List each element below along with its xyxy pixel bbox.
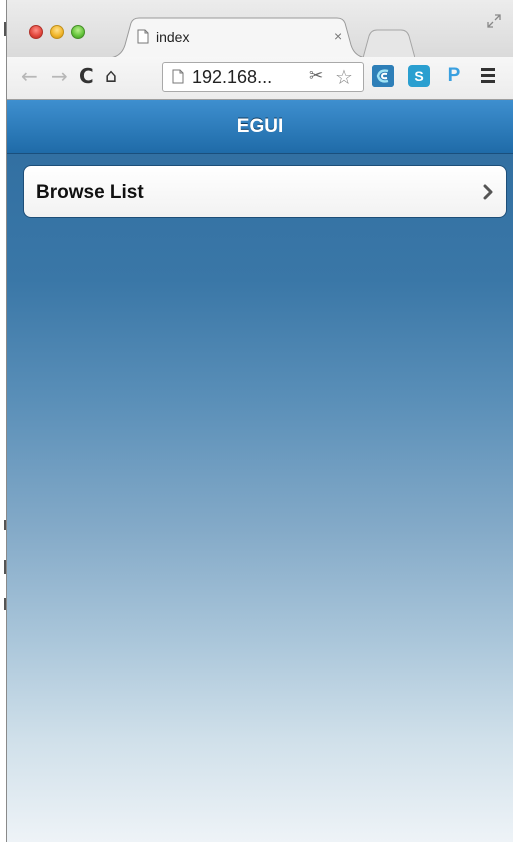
chevron-right-icon xyxy=(482,184,494,200)
back-arrow-icon[interactable]: ← xyxy=(21,63,38,89)
new-tab-button[interactable] xyxy=(362,28,416,59)
tab-close-icon[interactable]: × xyxy=(334,28,342,44)
menu-bar xyxy=(481,74,495,77)
forward-arrow-icon[interactable]: → xyxy=(51,63,68,89)
zoom-window-button[interactable] xyxy=(71,25,85,39)
url-text: 192.168... xyxy=(192,67,273,87)
tab-title: index xyxy=(156,29,190,45)
tab-bar: index × xyxy=(7,0,513,59)
reload-icon[interactable]: C xyxy=(79,63,94,89)
page-icon xyxy=(172,69,184,89)
hamburger-menu-icon[interactable] xyxy=(481,68,497,84)
browser-window: index × ← → C ⌂ 192.168... ✂ ☆ S P EGUI … xyxy=(6,0,513,842)
screenshot-page: index × ← → C ⌂ 192.168... ✂ ☆ S P EGUI … xyxy=(0,0,513,842)
page-title: EGUI xyxy=(236,116,284,137)
close-window-button[interactable] xyxy=(29,25,43,39)
ext-s-icon[interactable]: S xyxy=(408,65,430,87)
app-content: EGUI Browse List xyxy=(7,100,513,842)
app-header: EGUI xyxy=(7,100,513,154)
browser-tab[interactable]: index × xyxy=(107,17,369,58)
list-item-label: Browse List xyxy=(36,182,144,203)
browse-list-item[interactable]: Browse List xyxy=(23,165,507,218)
browser-toolbar: ← → C ⌂ 192.168... ✂ ☆ S P xyxy=(7,57,513,100)
minimize-window-button[interactable] xyxy=(50,25,64,39)
home-icon[interactable]: ⌂ xyxy=(105,63,117,89)
ext-p-icon[interactable]: P xyxy=(443,65,465,87)
bookmark-star-icon[interactable]: ☆ xyxy=(335,65,353,89)
menu-bar xyxy=(481,68,495,71)
menu-bar xyxy=(481,80,495,83)
ext-wave-icon[interactable] xyxy=(372,65,394,87)
fullscreen-icon[interactable] xyxy=(487,14,501,28)
address-bar[interactable]: 192.168... ✂ ☆ xyxy=(162,62,364,92)
scissors-icon[interactable]: ✂ xyxy=(309,66,323,86)
